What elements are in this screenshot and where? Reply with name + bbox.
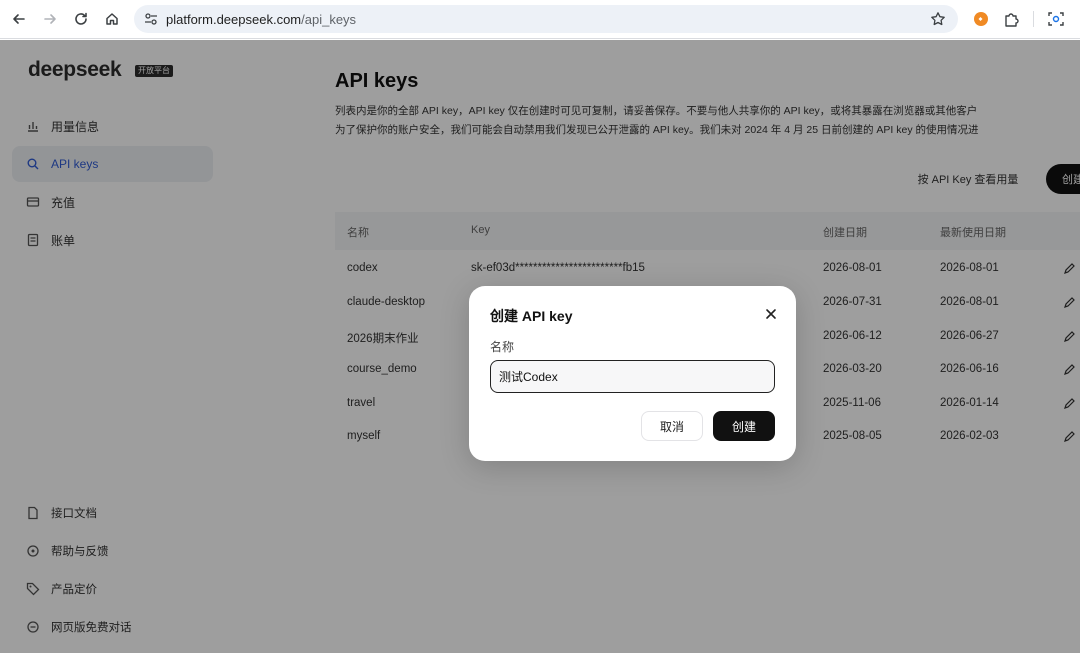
- api-key-name-input[interactable]: [490, 360, 775, 393]
- create-api-key-dialog: 创建 API key 名称 取消 创建: [469, 286, 796, 461]
- puzzle-icon[interactable]: [1003, 10, 1021, 28]
- home-icon[interactable]: [100, 7, 124, 31]
- bookmark-star-icon[interactable]: [930, 11, 946, 27]
- url-path: /api_keys: [301, 11, 357, 27]
- url-text: platform.deepseek.com/api_keys: [166, 12, 356, 27]
- name-field-label: 名称: [490, 340, 515, 354]
- dialog-title: 创建 API key: [490, 308, 573, 324]
- back-icon[interactable]: [7, 7, 31, 31]
- reload-icon[interactable]: [69, 7, 93, 31]
- toolbar-divider: [1033, 11, 1034, 27]
- address-bar[interactable]: platform.deepseek.com/api_keys: [134, 5, 958, 33]
- forward-icon[interactable]: [38, 7, 62, 31]
- confirm-create-button[interactable]: 创建: [713, 411, 775, 441]
- extension-icon[interactable]: [972, 10, 990, 28]
- cancel-button[interactable]: 取消: [641, 411, 703, 441]
- browser-toolbar: platform.deepseek.com/api_keys: [0, 0, 1080, 39]
- site-settings-icon[interactable]: [144, 12, 158, 26]
- screenshot-icon[interactable]: [1047, 10, 1065, 28]
- url-host: platform.deepseek.com: [166, 11, 302, 27]
- close-icon[interactable]: [764, 307, 778, 321]
